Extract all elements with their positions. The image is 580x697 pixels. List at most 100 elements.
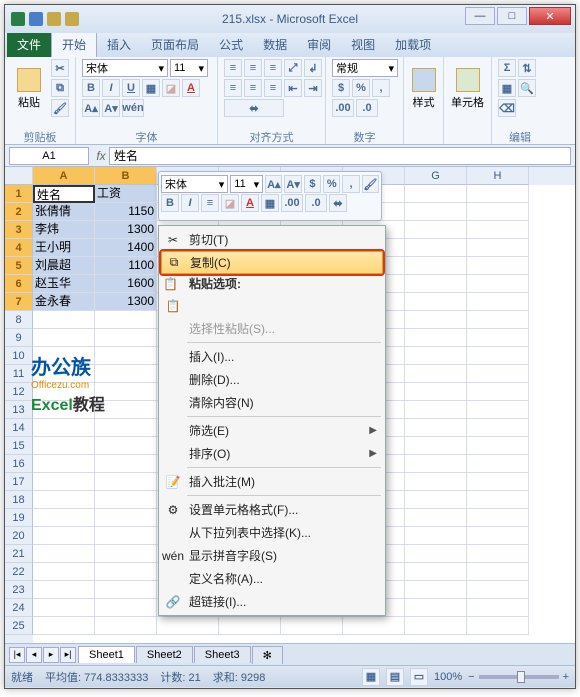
indent-dec-button[interactable]: ⇤ — [284, 79, 302, 97]
cell[interactable]: 金永春 — [33, 293, 95, 311]
save-icon[interactable] — [29, 12, 43, 26]
tab-file[interactable]: 文件 — [7, 32, 51, 57]
row-header[interactable]: 10 — [5, 347, 33, 365]
menu-cut[interactable]: ✂剪切(T) — [161, 228, 383, 251]
align-top-button[interactable]: ≡ — [224, 59, 242, 77]
currency-button[interactable]: $ — [332, 79, 350, 97]
zoom-out-button[interactable]: − — [468, 671, 474, 683]
mini-currency[interactable]: $ — [304, 175, 321, 193]
font-size-select[interactable]: 11▾ — [170, 59, 208, 77]
row-header[interactable]: 6 — [5, 275, 33, 293]
cell[interactable] — [405, 239, 467, 257]
menu-delete[interactable]: 删除(D)... — [161, 368, 383, 391]
sheet-tab-1[interactable]: Sheet1 — [78, 646, 135, 663]
col-header-a[interactable]: A — [33, 167, 95, 185]
align-middle-button[interactable]: ≡ — [244, 59, 262, 77]
mini-font-select[interactable]: 宋体▾ — [161, 175, 228, 193]
cell[interactable] — [467, 239, 529, 257]
row-header[interactable]: 13 — [5, 401, 33, 419]
wrap-button[interactable]: ↲ — [304, 59, 322, 77]
cell[interactable]: 1400 — [95, 239, 157, 257]
cell[interactable]: 1600 — [95, 275, 157, 293]
menu-filter[interactable]: 筛选(E)▶ — [161, 419, 383, 442]
row-header[interactable]: 1 — [5, 185, 33, 203]
tab-addins[interactable]: 加载项 — [385, 32, 441, 57]
bold-button[interactable]: B — [82, 79, 100, 97]
mini-fill-color[interactable]: ◪ — [221, 194, 239, 212]
mini-inc-decimal[interactable]: .00 — [281, 194, 303, 212]
row-header[interactable]: 4 — [5, 239, 33, 257]
tab-insert[interactable]: 插入 — [97, 32, 141, 57]
view-break-button[interactable]: ▭ — [410, 668, 428, 686]
cell[interactable] — [405, 293, 467, 311]
paste-button[interactable]: 粘贴 — [11, 59, 47, 119]
sheet-nav-next[interactable]: ▸ — [43, 647, 59, 663]
row-header[interactable]: 25 — [5, 617, 33, 635]
mini-dec-decimal[interactable]: .0 — [305, 194, 327, 212]
sheet-tab-new[interactable]: ✻ — [252, 646, 283, 664]
tab-view[interactable]: 视图 — [341, 32, 385, 57]
tab-formulas[interactable]: 公式 — [209, 32, 253, 57]
row-header[interactable]: 18 — [5, 491, 33, 509]
italic-button[interactable]: I — [102, 79, 120, 97]
mini-align[interactable]: ≡ — [201, 194, 219, 212]
cell[interactable] — [405, 203, 467, 221]
cell[interactable]: 1150 — [95, 203, 157, 221]
row-header[interactable]: 23 — [5, 581, 33, 599]
cell[interactable]: 1300 — [95, 293, 157, 311]
row-header[interactable]: 12 — [5, 383, 33, 401]
row-header[interactable]: 24 — [5, 599, 33, 617]
underline-button[interactable]: U — [122, 79, 140, 97]
tab-data[interactable]: 数据 — [253, 32, 297, 57]
mini-grow-font[interactable]: A▴ — [265, 175, 282, 193]
format-painter-icon[interactable]: 🖌 — [51, 99, 69, 117]
cell[interactable]: 赵玉华 — [33, 275, 95, 293]
zoom-slider[interactable]: − + — [468, 671, 569, 683]
row-header[interactable]: 22 — [5, 563, 33, 581]
menu-comment[interactable]: 📝插入批注(M) — [161, 470, 383, 493]
comma-button[interactable]: , — [372, 79, 390, 97]
row-header[interactable]: 17 — [5, 473, 33, 491]
orientation-button[interactable]: ⤢ — [284, 59, 302, 77]
shrink-font-button[interactable]: A▾ — [102, 99, 120, 117]
percent-button[interactable]: % — [352, 79, 370, 97]
sum-button[interactable]: Σ — [498, 59, 516, 77]
cell[interactable]: 1100 — [95, 257, 157, 275]
cell[interactable] — [405, 221, 467, 239]
maximize-button[interactable]: □ — [497, 7, 527, 25]
row-header[interactable]: 8 — [5, 311, 33, 329]
mini-shrink-font[interactable]: A▾ — [284, 175, 301, 193]
grow-font-button[interactable]: A▴ — [82, 99, 100, 117]
row-header[interactable]: 5 — [5, 257, 33, 275]
minimize-button[interactable]: — — [465, 7, 495, 25]
dec-decimal-button[interactable]: .0 — [356, 99, 378, 117]
menu-dropdown-select[interactable]: 从下拉列表中选择(K)... — [161, 521, 383, 544]
styles-button[interactable]: 样式 — [410, 59, 437, 119]
row-header[interactable]: 3 — [5, 221, 33, 239]
fx-icon[interactable]: fx — [93, 149, 109, 163]
cell[interactable] — [405, 275, 467, 293]
fill-button[interactable]: ▦ — [498, 79, 516, 97]
cell[interactable]: 王小明 — [33, 239, 95, 257]
cell[interactable]: 李炜 — [33, 221, 95, 239]
clear-button[interactable]: ⌫ — [498, 99, 516, 117]
view-normal-button[interactable]: ▦ — [362, 668, 380, 686]
row-header[interactable]: 7 — [5, 293, 33, 311]
sheet-tab-2[interactable]: Sheet2 — [136, 646, 193, 663]
row-header[interactable]: 14 — [5, 419, 33, 437]
close-button[interactable]: ✕ — [529, 7, 571, 25]
menu-define-name[interactable]: 定义名称(A)... — [161, 567, 383, 590]
mini-bold[interactable]: B — [161, 194, 179, 212]
row-header[interactable]: 20 — [5, 527, 33, 545]
cell[interactable] — [467, 275, 529, 293]
sort-button[interactable]: ⇅ — [518, 59, 536, 77]
redo-icon[interactable] — [65, 12, 79, 26]
menu-clear[interactable]: 清除内容(N) — [161, 391, 383, 414]
number-format-select[interactable]: 常规▾ — [332, 59, 398, 77]
mini-italic[interactable]: I — [181, 194, 199, 212]
undo-icon[interactable] — [47, 12, 61, 26]
cell[interactable] — [467, 257, 529, 275]
row-header[interactable]: 19 — [5, 509, 33, 527]
select-all-corner[interactable] — [5, 167, 33, 185]
align-left-button[interactable]: ≡ — [224, 79, 242, 97]
